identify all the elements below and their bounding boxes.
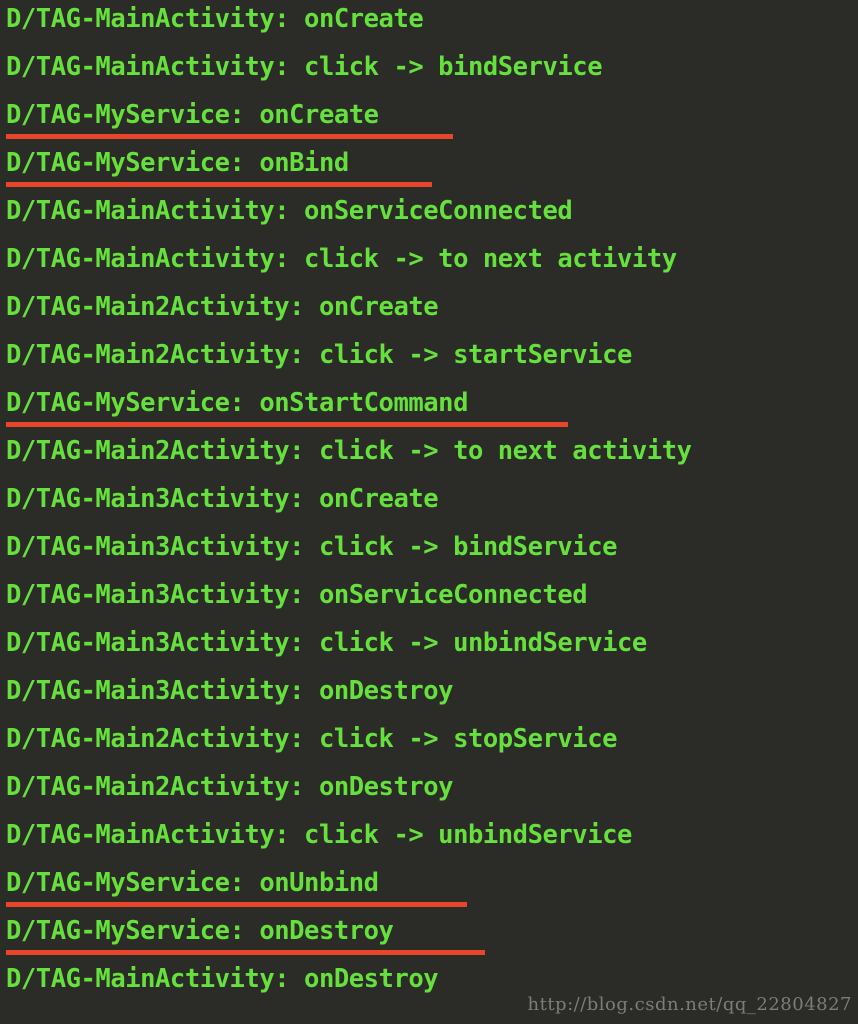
log-line-text: D/TAG-Main3Activity: onCreate — [6, 484, 439, 514]
log-line-text: D/TAG-Main2Activity: click -> to next ac… — [6, 436, 692, 466]
log-line: D/TAG-Main2Activity: onCreate — [0, 288, 858, 336]
log-line-text: D/TAG-MainActivity: click -> to next act… — [6, 244, 677, 274]
log-line-text: D/TAG-MainActivity: onCreate — [6, 4, 424, 34]
watermark-url: http://blog.csdn.net/qq_22804827 — [527, 994, 852, 1015]
log-line: D/TAG-Main3Activity: onDestroy — [0, 672, 858, 720]
log-line: D/TAG-MyService: onUnbind — [0, 864, 858, 912]
log-line-text: D/TAG-MyService: onBind — [6, 148, 349, 178]
log-line: D/TAG-Main3Activity: onServiceConnected — [0, 576, 858, 624]
log-line: D/TAG-MyService: onDestroy — [0, 912, 858, 960]
log-line-text: D/TAG-Main2Activity: click -> startServi… — [6, 340, 632, 370]
log-line: D/TAG-Main2Activity: click -> to next ac… — [0, 432, 858, 480]
red-underline-highlight — [6, 950, 485, 955]
log-line-text: D/TAG-MainActivity: onDestroy — [6, 964, 439, 994]
log-line: D/TAG-MyService: onStartCommand — [0, 384, 858, 432]
log-line-text: D/TAG-MyService: onDestroy — [6, 916, 394, 946]
log-line-text: D/TAG-Main2Activity: onCreate — [6, 292, 439, 322]
log-line: D/TAG-MainActivity: click -> bindService — [0, 48, 858, 96]
log-line-text: D/TAG-Main3Activity: click -> unbindServ… — [6, 628, 647, 658]
log-line: D/TAG-Main3Activity: onCreate — [0, 480, 858, 528]
log-line: D/TAG-MyService: onCreate — [0, 96, 858, 144]
log-line: D/TAG-Main2Activity: onDestroy — [0, 768, 858, 816]
log-line-text: D/TAG-Main3Activity: onServiceConnected — [6, 580, 588, 610]
logcat-console: D/TAG-MainActivity: onCreate D/TAG-MainAc… — [0, 0, 858, 1024]
log-line-text: D/TAG-Main2Activity: onDestroy — [6, 772, 454, 802]
log-line-text: D/TAG-Main2Activity: click -> stopServic… — [6, 724, 617, 754]
log-line: D/TAG-Main2Activity: click -> stopServic… — [0, 720, 858, 768]
log-line-text: D/TAG-MainActivity: click -> bindService — [6, 52, 603, 82]
log-line: D/TAG-Main3Activity: click -> bindServic… — [0, 528, 858, 576]
log-line: D/TAG-Main2Activity: click -> startServi… — [0, 336, 858, 384]
log-line-text: D/TAG-Main3Activity: onDestroy — [6, 676, 454, 706]
log-line: D/TAG-MainActivity: click -> unbindServi… — [0, 816, 858, 864]
red-underline-highlight — [6, 134, 453, 139]
log-line-text: D/TAG-MyService: onUnbind — [6, 868, 379, 898]
log-line: D/TAG-MainActivity: onServiceConnected — [0, 192, 858, 240]
log-line-text: D/TAG-MainActivity: onServiceConnected — [6, 196, 573, 226]
log-line-list: D/TAG-MainActivity: onCreate D/TAG-MainAc… — [0, 0, 858, 1008]
log-line: D/TAG-MyService: onBind — [0, 144, 858, 192]
red-underline-highlight — [6, 902, 467, 907]
log-line: D/TAG-MainActivity: click -> to next act… — [0, 240, 858, 288]
red-underline-highlight — [6, 182, 432, 187]
log-line-text: D/TAG-Main3Activity: click -> bindServic… — [6, 532, 617, 562]
log-line-text: D/TAG-MyService: onStartCommand — [6, 388, 468, 418]
log-line-text: D/TAG-MainActivity: click -> unbindServi… — [6, 820, 632, 850]
log-line: D/TAG-MainActivity: onCreate — [0, 0, 858, 48]
log-line-text: D/TAG-MyService: onCreate — [6, 100, 379, 130]
log-line: D/TAG-Main3Activity: click -> unbindServ… — [0, 624, 858, 672]
red-underline-highlight — [6, 422, 568, 427]
